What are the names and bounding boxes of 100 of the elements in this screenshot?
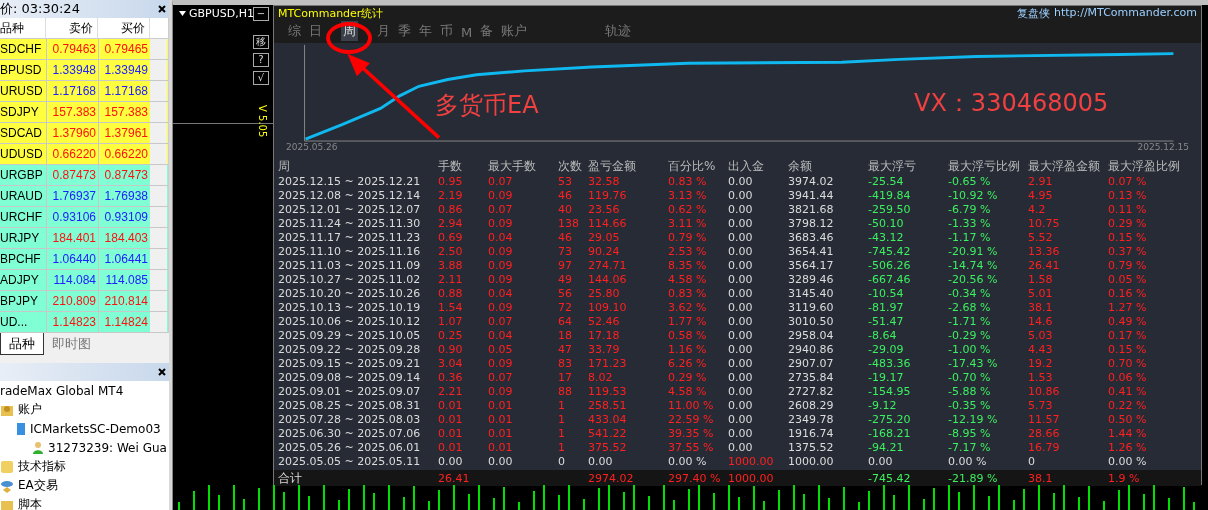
navigator-item[interactable]: radeMax Global MT4 [0,383,124,398]
table-cell-text: -2.68 % [948,300,992,314]
table-cell-text: 0.83 % [668,174,708,188]
symbol-row[interactable]: URAUD 1.76937 1.76938 [0,186,168,207]
symbol-name: URUSD [0,84,44,98]
table-cell-text: 3010.50 [788,314,835,328]
period-tab[interactable]: 账户 [499,21,530,41]
period-tab[interactable]: 备 [478,21,496,41]
table-cell-text: -10.54 [868,286,905,300]
table-cell-text: 2025.09.01 ~ 2025.09.07 [278,384,422,398]
table-cell-text: 0.88 [438,286,464,300]
bid-price: 1.14823 [46,312,98,332]
table-cell-text: 25.80 [588,286,621,300]
symbol-row[interactable]: URGBP 0.87473 0.87473 [0,165,168,186]
period-tab[interactable]: 综 [286,21,303,41]
table-cell-text: 375.52 [588,440,628,454]
symbol-row[interactable]: SDJPY 157.383 157.383 [0,102,168,123]
axis-date: 2025.12.15 [1137,142,1189,154]
table-cell-text: 28.66 [1028,426,1061,440]
side-button[interactable]: − [253,7,269,21]
table-cell-text: -7.17 % [948,440,992,454]
table-cell-text: 0.09 [488,356,514,370]
table-cell-text: 0.49 % [1108,314,1148,328]
column-header: 盈亏金额 [588,158,637,175]
table-cell-text: 0.09 [488,272,514,286]
table-cell-text: 4.58 % [668,272,708,286]
table-cell-text: 2025.09.22 ~ 2025.09.28 [278,342,422,356]
table-cell-text: 1.26 % [1108,440,1148,454]
column-header: 最大浮亏比例 [948,158,1021,175]
navigator-item[interactable]: 账户 [18,401,42,418]
table-cell-text: -14.74 % [948,258,999,272]
table-cell-text: 18 [558,328,573,342]
symbol-row[interactable]: UDUSD 0.66220 0.66220 [0,144,168,165]
side-button[interactable]: √ [253,71,269,85]
symbol-row[interactable]: URJPY 184.401 184.403 [0,228,168,249]
table-cell-text: 0 [1028,454,1036,468]
table-cell-text: -17.43 % [948,356,999,370]
dropdown-icon[interactable] [179,11,186,16]
table-cell-text: 90.24 [588,244,621,258]
table-cell-text: 2735.84 [788,370,835,384]
table-cell-text: 541.22 [588,426,628,440]
symbol-name: SDCHF [0,42,43,56]
table-cell-text: -9.12 [868,398,898,412]
symbol-row[interactable]: BPCHF 1.06440 1.06441 [0,249,168,270]
contact-annotation: VX：330468005 [914,88,1109,119]
navigator-item[interactable]: 技术指标 [18,458,66,475]
symbol-row[interactable]: UD... 1.14823 1.14824 [0,312,168,333]
table-cell-text: 0.00 [728,314,754,328]
column-header[interactable]: 品种 [0,18,46,38]
side-button[interactable]: ? [253,53,269,67]
table-cell-text: 2974.02 [588,472,635,485]
table-cell-text: 0.62 % [668,202,708,216]
table-cell-text: 11.57 [1028,412,1061,426]
symbol-row[interactable]: URCHF 0.93106 0.93109 [0,207,168,228]
symbol-row[interactable]: BPJPY 210.809 210.814 [0,291,168,312]
table-cell-text: 0.09 [488,188,514,202]
bid-price: 0.93106 [46,207,98,227]
symbol-row[interactable]: URUSD 1.17168 1.17168 [0,81,168,102]
table-cell-text: 8.02 [588,370,614,384]
table-cell-text: 0.83 % [668,286,708,300]
period-tab[interactable]: 季 [396,21,413,41]
navigator-item[interactable]: 31273239: Wei Gua [48,440,167,455]
table-cell-text: -154.95 [868,384,912,398]
table-cell-text: -259.50 [868,202,912,216]
table-cell-text: 2.91 [1028,174,1054,188]
navigator-item[interactable]: 脚本 [18,496,42,510]
table-cell-text: 138 [558,216,580,230]
period-tab[interactable]: 轨迹 [603,21,634,41]
symbol-row[interactable]: ADJPY 114.084 114.085 [0,270,168,291]
table-cell-text: -0.29 % [948,328,992,342]
table-cell-text: 17 [558,370,573,384]
table-cell-text: 0.70 % [1108,356,1148,370]
period-tab[interactable]: 月 [375,21,392,41]
version-label: V 5.05 [257,105,268,138]
close-icon[interactable] [158,5,166,13]
table-cell-text: 26.41 [1028,258,1061,272]
column-header[interactable]: 卖价 [46,18,98,38]
navigator-item[interactable]: ICMarketsSC-Demo03 [30,421,161,436]
table-cell-text: 5.73 [1028,398,1054,412]
close-icon[interactable] [158,368,166,376]
panel-tab[interactable]: 品种 [0,333,44,355]
table-cell-text: 0.00 [728,286,754,300]
side-button[interactable]: 移 [253,35,269,49]
user-icon [32,440,44,455]
period-tab[interactable]: 日 [307,21,324,41]
table-cell-text: 72 [558,300,573,314]
symbol-row[interactable]: SDCAD 1.37960 1.37961 [0,123,168,144]
symbol-name: URGBP [0,168,44,182]
symbol-row[interactable]: SDCHF 0.79463 0.79465 [0,39,168,60]
table-cell-text: 0.00 [728,328,754,342]
period-tab[interactable]: 币 [438,21,455,41]
column-header[interactable]: 买价 [98,18,150,38]
panel-tab[interactable]: 即时图 [44,333,99,355]
website-link[interactable]: http://MTCommander.com [1053,6,1197,21]
navigator-item[interactable]: EA交易 [18,477,58,494]
table-cell-text: 10.86 [1028,384,1061,398]
panel-title: MTCommander统计 [278,6,384,21]
symbol-row[interactable]: BPUSD 1.33948 1.33949 [0,60,168,81]
period-tab[interactable]: M [459,24,475,41]
period-tab[interactable]: 年 [417,21,434,41]
